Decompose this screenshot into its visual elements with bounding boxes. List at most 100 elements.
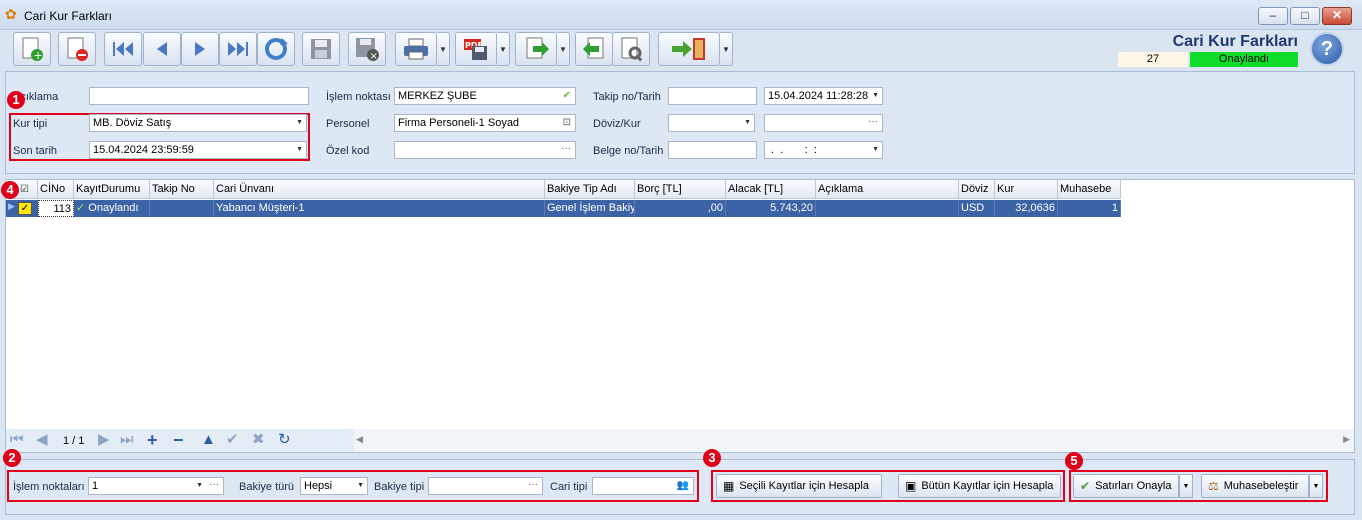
export-button[interactable] (515, 32, 557, 66)
muhasebelestir-button[interactable]: ⚖ Muhasebeleştir (1201, 474, 1309, 498)
check-icon: ✔ (1080, 479, 1091, 493)
save-button[interactable] (302, 32, 340, 66)
cell-kayitdurumu[interactable]: ✓ Onaylandı (74, 200, 150, 217)
satirlari-onayla-button[interactable]: ✔ Satırları Onayla (1073, 474, 1179, 498)
save-close-button[interactable]: × (348, 32, 386, 66)
cell-aciklama[interactable] (816, 200, 959, 217)
chevron-down-icon: ▼ (357, 482, 364, 489)
col-header-cari-unvani[interactable]: Cari Ünvanı (214, 180, 545, 199)
delete-button[interactable] (58, 32, 96, 66)
exit-dropdown-arrow[interactable]: ▼ (720, 32, 733, 66)
export-dropdown-arrow[interactable]: ▼ (557, 32, 570, 66)
horizontal-scrollbar[interactable]: ◀ ▶ (354, 429, 1354, 452)
col-header-alacak[interactable]: Alacak [TL] (726, 180, 816, 199)
muhasebe-dropdown-arrow[interactable]: ▼ (1309, 474, 1323, 498)
secili-hesapla-button[interactable]: ▦ Seçili Kayıtlar için Hesapla (716, 474, 882, 498)
nav-up-icon[interactable]: ▲ (201, 432, 216, 448)
tools-button[interactable] (612, 32, 650, 66)
nav-add-icon[interactable]: + (147, 431, 158, 449)
help-button[interactable]: ? (1310, 32, 1344, 66)
last-icon (225, 39, 251, 59)
cell-doviz[interactable]: USD (959, 200, 995, 217)
title-bar (0, 0, 1362, 30)
tools-icon (618, 36, 644, 62)
first-icon (110, 39, 136, 59)
cell-cino[interactable]: 113 (38, 200, 74, 217)
col-header-muhasebe[interactable]: Muhasebe (1058, 180, 1121, 199)
satirlari-onayla-label: Satırları Onayla (1095, 480, 1172, 492)
svg-text:×: × (370, 51, 378, 62)
cari-tipi-input[interactable]: 👥 (592, 477, 694, 495)
nav-cancel-icon[interactable]: ✖ (252, 432, 265, 448)
kur-input[interactable]: ··· (764, 114, 883, 132)
personel-input[interactable]: Firma Personeli-1 Soyad ⊡ (394, 114, 576, 132)
print-button[interactable] (395, 32, 437, 66)
cell-cari-unvani[interactable]: Yabancı Müşteri-1 (214, 200, 545, 217)
nav-refresh-icon[interactable]: ↻ (278, 432, 291, 448)
new-button[interactable]: + (13, 32, 51, 66)
nav-next-icon[interactable]: ▶ (98, 432, 110, 448)
minimize-button[interactable]: – (1258, 7, 1288, 25)
islem-noktalari-select[interactable]: 1 ▼ ··· (88, 477, 224, 495)
last-record-button[interactable] (219, 32, 257, 66)
nav-prev-icon[interactable]: ◀ (36, 432, 48, 448)
col-header-borc[interactable]: Borç [TL] (635, 180, 726, 199)
row-checkbox[interactable]: ✓ (18, 202, 32, 215)
nav-last-icon[interactable]: ⏭ (120, 432, 134, 448)
pdf-button[interactable]: PDF (455, 32, 497, 66)
cell-bakiye-tip[interactable]: Genel İşlem Bakiye (545, 200, 635, 217)
cell-takipno[interactable] (150, 200, 214, 217)
cell-borc[interactable]: ,00 (635, 200, 726, 217)
nav-confirm-icon[interactable]: ✔ (226, 432, 239, 448)
cell-alacak[interactable]: 5.743,20 (726, 200, 816, 217)
cell-kur[interactable]: 32,0636 (995, 200, 1058, 217)
nav-remove-icon[interactable]: − (173, 431, 184, 449)
muhasebelestir-label: Muhasebeleştir (1223, 480, 1299, 492)
col-header-doviz[interactable]: Döviz (959, 180, 995, 199)
doviz-select[interactable]: ▼ (668, 114, 755, 132)
bakiye-turu-select[interactable]: Hepsi ▼ (300, 477, 368, 495)
kur-tipi-select[interactable]: MB. Döviz Satış ▼ (89, 114, 307, 132)
takip-no-input[interactable] (668, 87, 757, 105)
previous-record-button[interactable] (143, 32, 181, 66)
islem-noktasi-input[interactable]: MERKEZ ŞUBE ✔ (394, 87, 576, 105)
close-window-button[interactable]: ✕ (1322, 7, 1352, 25)
islem-noktasi-label: İşlem noktası (326, 91, 391, 103)
onayla-dropdown-arrow[interactable]: ▼ (1179, 474, 1193, 498)
takip-tarih-picker[interactable]: 15.04.2024 11:28:28 ▼ (764, 87, 883, 105)
col-header-bakiye-tip[interactable]: Bakiye Tip Adı (545, 180, 635, 199)
maximize-button[interactable]: □ (1290, 7, 1320, 25)
next-record-button[interactable] (181, 32, 219, 66)
row-indicator-icon: ▶ (8, 201, 15, 211)
bakiye-tipi-input[interactable]: ··· (428, 477, 543, 495)
kur-tipi-value: MB. Döviz Satış (93, 117, 172, 129)
belge-tarih-picker[interactable]: . . : : ▼ (764, 141, 883, 159)
pdf-dropdown-arrow[interactable]: ▼ (497, 32, 510, 66)
export-icon (522, 36, 550, 62)
previous-icon (152, 39, 172, 59)
col-header-kur[interactable]: Kur (995, 180, 1058, 199)
col-header-cino[interactable]: CİNo (38, 180, 74, 199)
col-header-aciklama[interactable]: Açıklama (816, 180, 959, 199)
son-tarih-picker[interactable]: 15.04.2024 23:59:59 ▼ (89, 141, 307, 159)
exit-button[interactable] (658, 32, 720, 66)
scroll-right-icon[interactable]: ▶ (1343, 434, 1350, 445)
first-record-button[interactable] (104, 32, 142, 66)
import-icon (581, 36, 607, 62)
data-grid[interactable]: ☑ CİNo KayıtDurumu Takip No Cari Ünvanı … (5, 179, 1355, 453)
cell-muhasebe[interactable]: 1 (1058, 200, 1121, 217)
belge-no-input[interactable] (668, 141, 757, 159)
nav-first-icon[interactable]: ⏮ (10, 432, 24, 448)
aciklama-input[interactable] (89, 87, 309, 105)
butun-hesapla-button[interactable]: ▣ Bütün Kayıtlar için Hesapla (898, 474, 1061, 498)
ozel-kod-input[interactable]: ··· (394, 141, 576, 159)
import-button[interactable] (575, 32, 613, 66)
ellipsis-icon: ··· (528, 479, 538, 490)
scroll-left-icon[interactable]: ◀ (356, 434, 363, 445)
refresh-button[interactable] (257, 32, 295, 66)
islem-noktasi-value: MERKEZ ŞUBE (398, 90, 477, 102)
window-title: Cari Kur Farkları (24, 9, 113, 23)
col-header-takipno[interactable]: Takip No (150, 180, 214, 199)
col-header-kayitdurumu[interactable]: KayıtDurumu (74, 180, 150, 199)
print-dropdown-arrow[interactable]: ▼ (437, 32, 450, 66)
